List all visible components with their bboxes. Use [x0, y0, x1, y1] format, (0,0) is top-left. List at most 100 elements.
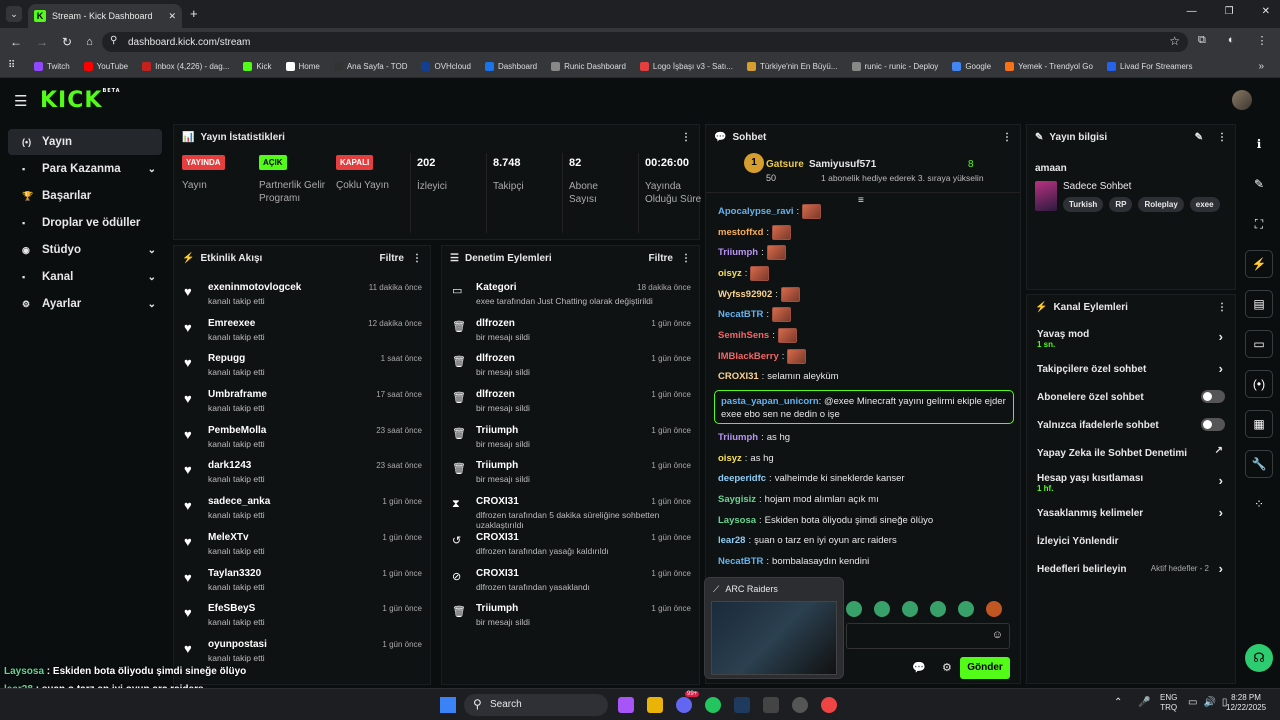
home-icon[interactable]: ⌂ [86, 36, 93, 48]
close-window-icon[interactable]: ✕ [1262, 6, 1270, 17]
broadcast-icon[interactable]: (•) [1245, 370, 1273, 398]
forward-icon[interactable]: → [36, 35, 48, 49]
tray-chevron-icon[interactable]: ⌃ [1114, 697, 1122, 708]
chat-message[interactable]: deeperidfc: valheimde ki sineklerde kanse… [706, 469, 1020, 490]
discord-icon[interactable] [676, 697, 692, 713]
kick-logo[interactable]: KICKBETA [40, 88, 121, 113]
menu-icon[interactable]: ⋮ [1257, 34, 1268, 47]
info-menu-icon[interactable]: ⋮ [1217, 132, 1227, 143]
chat-username[interactable]: IMBlackBerry [718, 351, 779, 362]
chat-username[interactable]: lear28 [718, 535, 745, 546]
bookmark-item[interactable]: Kick [243, 62, 272, 71]
wrench-icon[interactable]: 🔧 [1245, 450, 1273, 478]
apps-icon[interactable]: ⠿ [8, 60, 15, 71]
copilot-icon[interactable] [618, 697, 634, 713]
chat-username[interactable]: NecatBTR [718, 556, 763, 567]
emote-icon[interactable] [902, 601, 918, 617]
list-icon[interactable]: ▤ [1245, 290, 1273, 318]
tab-kick-dashboard[interactable]: K Stream - Kick Dashboard ✕ [28, 4, 182, 28]
bookmarks-overflow-icon[interactable]: » [1258, 61, 1264, 72]
bookmark-item[interactable]: Yemek - Trendyol Go [1005, 62, 1093, 71]
file-explorer-icon[interactable] [647, 697, 663, 713]
chat-message[interactable]: NecatBTR: bombalasaydın kendini [706, 551, 1020, 572]
chat-message[interactable]: Apocalypse_ravi: [706, 201, 1020, 222]
chat-message[interactable]: Laysosa: Eskiden bota öliyodu şimdi sineğ… [706, 510, 1020, 531]
activity-menu-icon[interactable]: ⋮ [412, 253, 422, 264]
extensions-icon[interactable]: ⧉ [1198, 34, 1206, 47]
toggle-switch[interactable] [1201, 390, 1225, 403]
bookmark-item[interactable]: Google [952, 62, 991, 71]
bookmark-item[interactable]: Dashboard [484, 62, 537, 71]
chat-message[interactable]: lear28: şuan o tarz en iyi oyun arc raide… [706, 531, 1020, 552]
sidebar-item-1[interactable]: ▪ Para Kazanma ⌄ [8, 156, 162, 182]
avatar[interactable] [1232, 90, 1252, 110]
chat-input[interactable]: ☺ [846, 623, 1010, 649]
bookmark-item[interactable]: Livad For Streamers [1106, 62, 1192, 71]
sidebar-item-3[interactable]: ▪ Droplar ve ödüller [8, 210, 162, 236]
chat-message[interactable]: Triiumph: [706, 242, 1020, 263]
stats-menu-icon[interactable]: ⋮ [681, 132, 691, 143]
chat-message[interactable]: Saygisiz: hojam mod alımları açık mı [706, 489, 1020, 510]
emoji-icon[interactable]: ☺ [992, 629, 1003, 641]
edit-icon[interactable]: ✎ [1245, 170, 1273, 198]
language-indicator[interactable]: ENG TRQ [1160, 693, 1177, 713]
close-tab-icon[interactable]: ✕ [168, 11, 176, 22]
activity-filter-button[interactable]: Filtre [380, 253, 404, 264]
settings-icon[interactable]: ⚙ [942, 661, 952, 674]
spotify-icon[interactable] [705, 697, 721, 713]
reload-icon[interactable]: ↻ [62, 35, 72, 49]
taskbar-search[interactable]: ⚲ Search [464, 694, 608, 716]
emote-icon[interactable] [930, 601, 946, 617]
channel-action-row[interactable]: Takipçilere özel sohbet › [1027, 355, 1235, 383]
bookmark-item[interactable]: Home [285, 62, 320, 71]
emote-icon[interactable] [958, 601, 974, 617]
bookmark-item[interactable]: runic - runic - Deploy [851, 62, 938, 71]
modlog-filter-button[interactable]: Filtre [649, 253, 673, 264]
clock[interactable]: 8:28 PM 12/22/2025 [1226, 693, 1266, 713]
back-icon[interactable]: ← [10, 35, 22, 49]
chat-username[interactable]: Apocalypse_ravi [718, 206, 794, 217]
profile-icon[interactable]: ◐ [1228, 34, 1235, 47]
chat-message[interactable]: Wyfss92902: [706, 284, 1020, 305]
chat-username[interactable]: NecatBTR [718, 309, 763, 320]
emote-icon[interactable] [846, 601, 862, 617]
steam-icon[interactable] [734, 697, 750, 713]
windows-start-icon[interactable] [440, 697, 456, 713]
layout-icon[interactable]: ▦ [1245, 410, 1273, 438]
tag-chip[interactable]: exee [1189, 197, 1220, 212]
chat-username[interactable]: deeperidfc [718, 473, 766, 484]
sidebar-item-5[interactable]: ▪ Kanal ⌄ [8, 264, 162, 290]
channel-action-row[interactable]: Abonelere özel sohbet [1027, 383, 1235, 411]
bolt-icon[interactable]: ⚡ [1245, 250, 1273, 278]
url-field[interactable]: ⚲ dashboard.kick.com/stream ☆ [102, 32, 1188, 52]
channel-action-row[interactable]: Yapay Zeka ile Sohbet Denetimi ↗ [1027, 439, 1235, 467]
channel-action-row[interactable]: İzleyici Yönlendir [1027, 527, 1235, 555]
channel-action-row[interactable]: Yalnızca ifadelerle sohbet [1027, 411, 1235, 439]
obs-icon[interactable] [792, 697, 808, 713]
tag-chip[interactable]: RP [1109, 197, 1133, 212]
chat-username[interactable]: mestoffxd [718, 227, 763, 238]
channel-action-row[interactable]: Yavaş mod 1 sn. › [1027, 323, 1235, 355]
mic-icon[interactable]: 🎤 [1138, 697, 1150, 708]
maximize-icon[interactable]: ❐ [1225, 6, 1234, 17]
apps-icon[interactable]: ⁘ [1245, 490, 1273, 518]
bookmark-item[interactable]: Inbox (4,226) - dag... [142, 62, 229, 71]
sidebar-item-2[interactable]: 🏆 Başarılar [8, 183, 162, 209]
chat-username[interactable]: Laysosa [718, 515, 756, 526]
chat-message[interactable]: IMBlackBerry: [706, 346, 1020, 367]
chat-bubble-icon[interactable]: 💬 [912, 661, 926, 674]
channel-action-row[interactable]: Hedefleri belirleyin › Aktif hedefler - 2 [1027, 555, 1235, 583]
chat-message[interactable]: oisyz: as hg [706, 448, 1020, 469]
taskbar-preview-popup[interactable]: ⟋ ARC Raiders [704, 577, 844, 679]
highlighted-message[interactable]: pasta_yapan_unicorn: @exee Minecraft yay… [714, 390, 1014, 425]
sidebar-item-0[interactable]: (•) Yayın [8, 129, 162, 155]
chat-message[interactable]: SemihSens: [706, 325, 1020, 346]
bookmark-item[interactable]: Twitch [34, 62, 70, 71]
bookmark-item[interactable]: Logo İşbaşı v3 - Satı... [639, 62, 733, 71]
chat-username[interactable]: SemihSens [718, 330, 769, 341]
send-button[interactable]: Gönder [960, 657, 1010, 679]
chat-username[interactable]: CROXI31 [718, 371, 759, 382]
chat-message[interactable]: NecatBTR: [706, 304, 1020, 325]
hamburger-icon[interactable]: ☰ [14, 92, 27, 110]
chat-message[interactable]: oisyz: [706, 263, 1020, 284]
